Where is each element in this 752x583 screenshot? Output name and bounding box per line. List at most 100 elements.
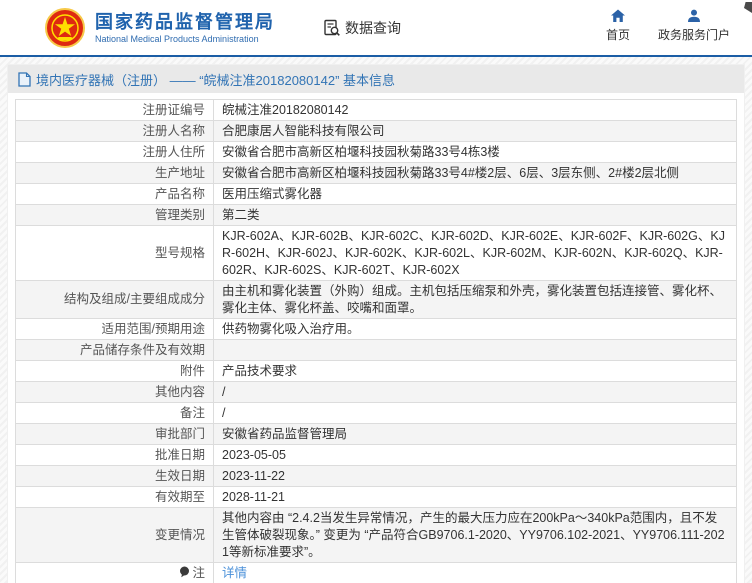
note-balloon-icon: [179, 566, 190, 583]
breadcrumb-text: 境内医疗器械（注册） —— “皖械注准20182080142” 基本信息: [36, 72, 396, 88]
table-row: 其他内容 /: [15, 381, 737, 403]
header-nav: 首页 政务服务门户: [606, 8, 730, 43]
row-label-text: 生效日期: [154, 468, 205, 483]
row-label: 备注: [15, 402, 214, 424]
row-label-text: 其他内容: [154, 384, 205, 399]
home-icon: [610, 8, 626, 24]
row-label-text: 变更情况: [154, 527, 205, 542]
table-row: 附件 产品技术要求: [15, 360, 737, 382]
row-label: 产品储存条件及有效期: [15, 339, 214, 361]
data-query-nav[interactable]: 数据查询: [323, 18, 401, 38]
row-label: 型号规格: [15, 225, 214, 281]
row-value: 产品技术要求: [213, 360, 737, 382]
row-label-text: 附件: [179, 363, 205, 378]
table-row: 批准日期 2023-05-05: [15, 444, 737, 466]
row-value: 由主机和雾化装置（外购）组成。主机包括压缩泵和外壳，雾化装置包括连接管、雾化杯、…: [213, 280, 737, 319]
nav-portal-label: 政务服务门户: [657, 28, 730, 42]
table-row: 注 详情: [15, 562, 737, 583]
table-row: 生效日期 2023-11-22: [15, 465, 737, 487]
table-row: 结构及组成/主要组成成分 由主机和雾化装置（外购）组成。主机包括压缩泵和外壳，雾…: [15, 280, 737, 319]
table-row: 有效期至 2028-11-21: [15, 486, 737, 508]
row-label: 管理类别: [15, 204, 214, 226]
table-row: 产品名称 医用压缩式雾化器: [15, 183, 737, 205]
row-label: 适用范围/预期用途: [15, 318, 214, 340]
row-label-text: 注册证编号: [142, 102, 205, 117]
row-value: 详情: [213, 562, 737, 583]
row-value: 皖械注准20182080142: [213, 99, 737, 121]
table-row: 产品储存条件及有效期: [15, 339, 737, 361]
row-value: 2023-11-22: [213, 465, 737, 487]
row-value: 医用压缩式雾化器: [213, 183, 737, 205]
row-value: /: [213, 381, 737, 403]
row-value: 供药物雾化吸入治疗用。: [213, 318, 737, 340]
row-label-text: 注册人名称: [142, 123, 205, 138]
agency-title-block: 国家药品监督管理局 National Medical Products Admi…: [95, 11, 275, 45]
row-label: 注册人名称: [15, 120, 214, 142]
row-label-text: 批准日期: [154, 447, 205, 462]
table-row: 适用范围/预期用途 供药物雾化吸入治疗用。: [15, 318, 737, 340]
row-label-text: 产品名称: [154, 186, 205, 201]
nav-home[interactable]: 首页: [606, 8, 630, 43]
row-value: 安徽省药品监督管理局: [213, 423, 737, 445]
agency-name-en: National Medical Products Administration: [95, 33, 259, 44]
table-row: 生产地址 安徽省合肥市高新区柏堰科技园秋菊路33号4#楼2层、6层、3层东侧、2…: [15, 162, 737, 184]
row-value: 2023-05-05: [213, 444, 737, 466]
row-label: 其他内容: [15, 381, 214, 403]
row-label-text: 产品储存条件及有效期: [79, 342, 205, 357]
table-row: 变更情况 其他内容由 “2.4.2当发生异常情况，产生的最大压力应在200kPa…: [15, 507, 737, 563]
row-label-text: 注: [192, 565, 205, 580]
row-label: 注册人住所: [15, 141, 214, 163]
breadcrumb: 境内医疗器械（注册） —— “皖械注准20182080142” 基本信息: [8, 65, 744, 93]
table-wrap: 注册证编号 皖械注准20182080142 注册人名称 合肥康居人智能科技有限公…: [8, 93, 744, 583]
row-label: 有效期至: [15, 486, 214, 508]
row-label: 审批部门: [15, 423, 214, 445]
row-label: 产品名称: [15, 183, 214, 205]
content-panel: 境内医疗器械（注册） —— “皖械注准20182080142” 基本信息 注册证…: [7, 64, 745, 583]
table-row: 型号规格 KJR-602A、KJR-602B、KJR-602C、KJR-602D…: [15, 225, 737, 281]
table-row: 管理类别 第二类: [15, 204, 737, 226]
row-label: 附件: [15, 360, 214, 382]
row-label-text: 审批部门: [154, 426, 205, 441]
table-row: 注册人住所 安徽省合肥市高新区柏堰科技园秋菊路33号4栋3楼: [15, 141, 737, 163]
row-value: 安徽省合肥市高新区柏堰科技园秋菊路33号4栋3楼: [213, 141, 737, 163]
row-value: 合肥康居人智能科技有限公司: [213, 120, 737, 142]
row-label-text: 管理类别: [154, 207, 205, 222]
table-row: 注册证编号 皖械注准20182080142: [15, 99, 737, 121]
row-value: 安徽省合肥市高新区柏堰科技园秋菊路33号4#楼2层、6层、3层东侧、2#楼2层北…: [213, 162, 737, 184]
nav-portal[interactable]: 政务服务门户: [658, 8, 730, 43]
registration-info-table: 注册证编号 皖械注准20182080142 注册人名称 合肥康居人智能科技有限公…: [15, 99, 737, 583]
row-label-text: 型号规格: [154, 245, 205, 260]
row-label: 生效日期: [15, 465, 214, 487]
row-label-text: 注册人住所: [142, 144, 205, 159]
row-value: 其他内容由 “2.4.2当发生异常情况，产生的最大压力应在200kPa～340k…: [213, 507, 737, 563]
agency-logo[interactable]: 国家药品监督管理局 National Medical Products Admi…: [45, 7, 275, 48]
table-row: 备注 /: [15, 402, 737, 424]
row-label-text: 结构及组成/主要组成成分: [64, 292, 205, 306]
user-icon: [686, 8, 702, 24]
table-row: 注册人名称 合肥康居人智能科技有限公司: [15, 120, 737, 142]
row-label: 变更情况: [15, 507, 214, 563]
document-icon: [18, 71, 31, 87]
row-label: 注册证编号: [15, 99, 214, 121]
row-label: 注: [15, 562, 214, 583]
row-label-text: 有效期至: [154, 489, 205, 504]
row-label: 结构及组成/主要组成成分: [15, 280, 214, 319]
row-label: 批准日期: [15, 444, 214, 466]
agency-name-cn: 国家药品监督管理局: [95, 11, 275, 32]
row-label-text: 生产地址: [154, 165, 205, 180]
row-value: 2028-11-21: [213, 486, 737, 508]
details-link[interactable]: 详情: [222, 566, 247, 580]
row-value: KJR-602A、KJR-602B、KJR-602C、KJR-602D、KJR-…: [213, 225, 737, 281]
page: 国家药品监督管理局 National Medical Products Admi…: [0, 0, 752, 583]
row-label-text: 适用范围/预期用途: [101, 321, 205, 336]
table-row: 审批部门 安徽省药品监督管理局: [15, 423, 737, 445]
corner-fragment: [744, 2, 752, 13]
row-value: [213, 339, 737, 361]
row-value: 第二类: [213, 204, 737, 226]
row-value: /: [213, 402, 737, 424]
document-search-icon: [323, 19, 341, 37]
info-table-body: 注册证编号 皖械注准20182080142 注册人名称 合肥康居人智能科技有限公…: [15, 99, 737, 583]
national-emblem-icon: [45, 7, 85, 48]
site-header: 国家药品监督管理局 National Medical Products Admi…: [0, 0, 752, 57]
row-label-text: 备注: [179, 405, 205, 420]
